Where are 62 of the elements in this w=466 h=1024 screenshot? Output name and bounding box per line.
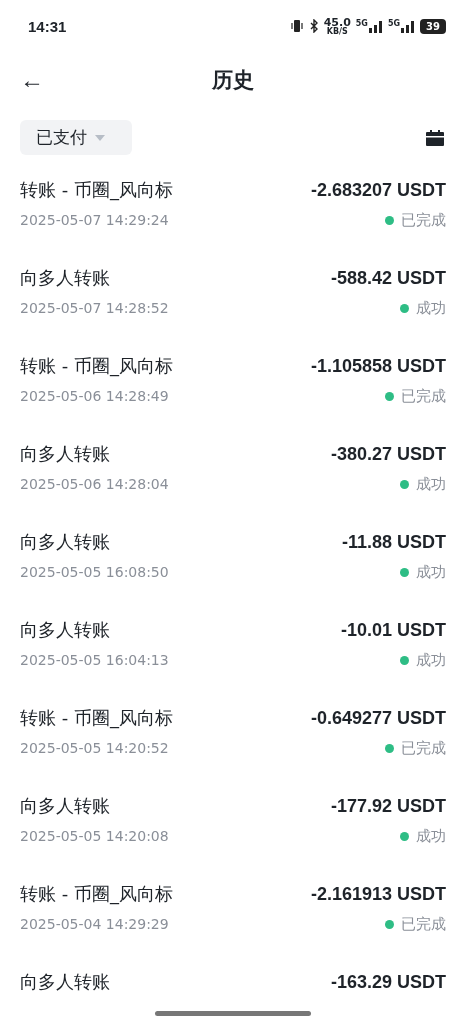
transaction-amount: -177.92 USDT xyxy=(330,795,446,817)
transaction-amount: -2.161913 USDT xyxy=(310,883,446,905)
transaction-title: 向多人转账 xyxy=(20,442,111,466)
transaction-status: 成功 xyxy=(416,474,446,494)
transaction-title: 向多人转账 xyxy=(20,266,111,290)
signal-icon xyxy=(401,19,416,33)
transaction-time: 2025-05-07 14:29:24 xyxy=(20,212,170,228)
transaction-time: 2025-05-07 14:28:52 xyxy=(20,300,170,316)
transaction-amount: -10.01 USDT xyxy=(340,619,446,641)
battery-level: 39 xyxy=(420,18,446,34)
transaction-status: 成功 xyxy=(416,650,446,670)
transaction-amount: -163.29 USDT xyxy=(330,971,446,993)
transaction-title: 向多人转账 xyxy=(20,970,111,994)
transaction-time: 2025-05-05 16:04:13 xyxy=(20,652,170,668)
status-dot xyxy=(400,567,409,577)
transaction-time: 2025-05-04 14:29:29 xyxy=(20,916,170,932)
page-title: 历史 xyxy=(212,67,254,94)
transaction-time: 2025-05-06 14:28:04 xyxy=(20,476,170,492)
transaction-title: 向多人转账 xyxy=(20,530,111,554)
status-dot xyxy=(385,215,394,225)
transaction-status: 成功 xyxy=(416,562,446,582)
status-dot xyxy=(400,303,409,313)
transaction-amount: -588.42 USDT xyxy=(330,267,446,289)
caret-icon xyxy=(95,134,105,141)
transaction-status: 已完成 xyxy=(401,738,446,758)
calendar-icon[interactable] xyxy=(426,129,444,146)
transaction-time: 2025-05-05 14:20:52 xyxy=(20,740,170,756)
transaction-status: 已完成 xyxy=(401,210,446,230)
transaction-title: 向多人转账 xyxy=(20,618,111,642)
transaction-status: 成功 xyxy=(416,298,446,318)
status-dot xyxy=(400,831,409,841)
signal-icon xyxy=(368,19,383,33)
back-button[interactable]: ← xyxy=(16,66,48,94)
transaction-time: 2025-05-06 14:28:49 xyxy=(20,388,170,404)
transaction-title: 向多人转账 xyxy=(20,794,111,818)
vibrate-icon xyxy=(289,19,304,33)
bluetooth-icon xyxy=(308,19,319,33)
transaction-title: 转账 - 币圈_风向标 xyxy=(20,178,174,202)
transaction-amount: -11.88 USDT xyxy=(341,531,446,553)
status-dot xyxy=(385,391,394,401)
transaction-amount: -2.683207 USDT xyxy=(310,179,446,201)
filter-dropdown[interactable]: 已支付 xyxy=(20,120,132,155)
status-time: 14:31 xyxy=(28,17,67,35)
transaction-title: 转账 - 币圈_风向标 xyxy=(20,882,174,906)
network-label: 5G xyxy=(355,19,368,28)
status-dot xyxy=(400,479,409,489)
transaction-amount: -0.649277 USDT xyxy=(310,707,446,729)
transaction-title: 转账 - 币圈_风向标 xyxy=(20,706,174,730)
status-dot xyxy=(400,655,409,665)
speed-unit: KB/S xyxy=(326,27,348,36)
status-dot xyxy=(385,919,394,929)
transaction-time: 2025-05-05 14:20:08 xyxy=(20,828,170,844)
transaction-amount: -1.105858 USDT xyxy=(310,355,446,377)
status-dot xyxy=(385,743,394,753)
transaction-status: 已完成 xyxy=(401,386,446,406)
transaction-time: 2025-05-05 16:08:50 xyxy=(20,564,170,580)
network-label: 5G xyxy=(387,19,401,28)
transaction-title: 转账 - 币圈_风向标 xyxy=(20,354,174,378)
network-speed: 45.0 xyxy=(323,16,351,28)
transaction-status: 已完成 xyxy=(401,914,446,934)
transaction-amount: -380.27 USDT xyxy=(330,443,446,465)
transaction-status: 成功 xyxy=(416,826,446,846)
